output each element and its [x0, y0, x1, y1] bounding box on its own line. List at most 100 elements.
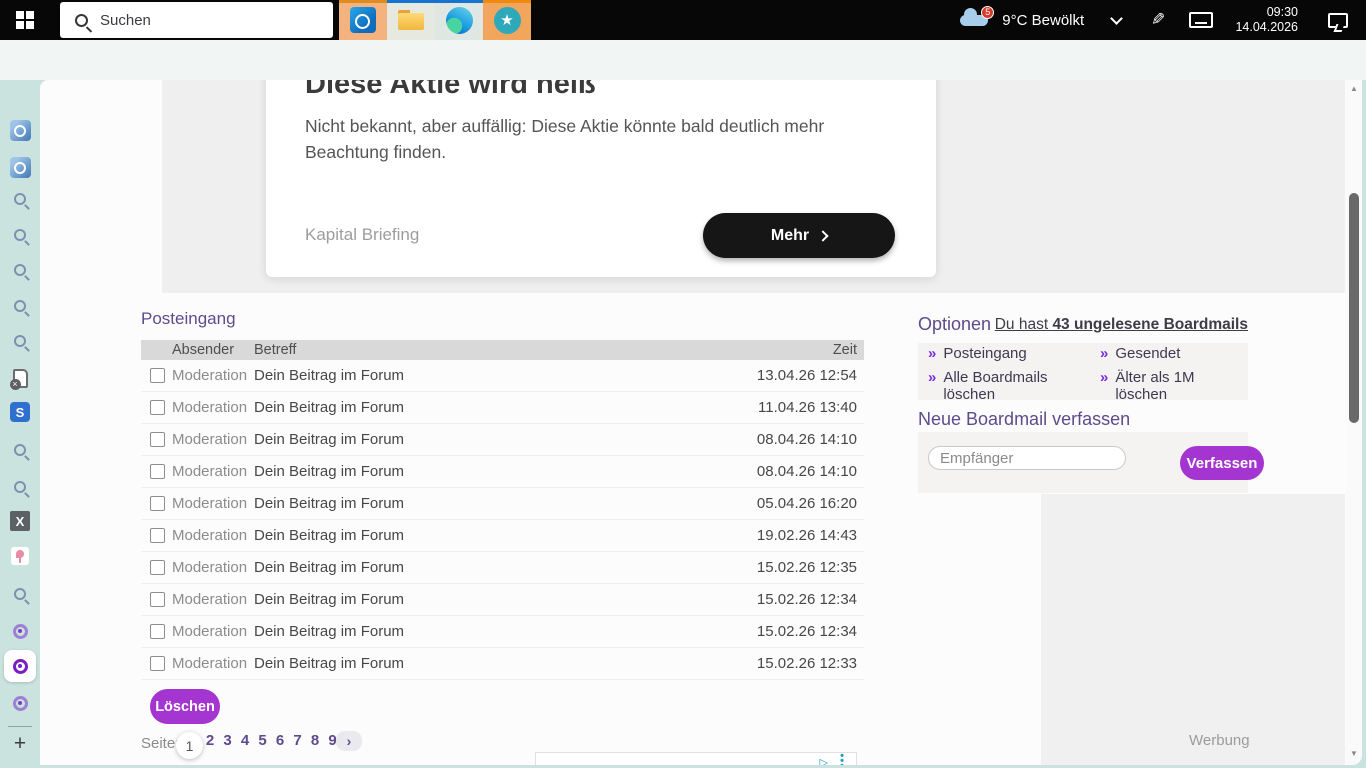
start-button-icon[interactable] — [16, 11, 34, 29]
tab-file-blocked[interactable] — [8, 366, 32, 390]
tray-chevron-icon[interactable] — [1110, 12, 1123, 25]
row-sender: Moderation — [172, 559, 254, 576]
page-scrollbar[interactable]: ▲ ▼ — [1346, 80, 1362, 765]
option-link[interactable]: » Älter als 1M löschen — [1100, 369, 1248, 403]
page-link[interactable]: 6 — [275, 732, 285, 749]
row-subject-link[interactable]: Dein Beitrag im Forum — [254, 655, 757, 672]
browser-toolbar: ← https://forum.onvista.de/forum/boardma… — [0, 40, 1366, 80]
delete-button[interactable]: Löschen — [150, 689, 220, 724]
row-subject-link[interactable]: Dein Beitrag im Forum — [254, 495, 757, 512]
tab-search-7[interactable] — [8, 475, 32, 499]
ad-menu-dots-icon[interactable]: ••• — [840, 754, 844, 765]
taskbar-app-edge[interactable] — [435, 0, 483, 40]
taskbar-app-star[interactable]: ★ — [483, 0, 531, 40]
tab-search-1[interactable] — [8, 187, 32, 211]
tab-onvista-1[interactable] — [8, 619, 32, 643]
option-link[interactable]: » Alle Boardmails löschen — [928, 369, 1100, 403]
tab-search-2[interactable] — [8, 223, 32, 247]
page-link[interactable]: 3 — [223, 732, 233, 749]
row-subject-link[interactable]: Dein Beitrag im Forum — [254, 527, 757, 544]
row-sender: Moderation — [172, 399, 254, 416]
row-subject-link[interactable]: Dein Beitrag im Forum — [254, 559, 757, 576]
tab-search-5[interactable] — [8, 329, 32, 353]
compose-button[interactable]: Verfassen — [1180, 446, 1264, 480]
row-checkbox[interactable] — [150, 496, 165, 511]
unread-boardmails-link[interactable]: Du hast 43 ungelesene Boardmails — [995, 316, 1248, 334]
table-row[interactable]: Moderation Dein Beitrag im Forum 11.04.2… — [141, 392, 864, 424]
taskbar-app-outlook[interactable] — [339, 0, 387, 40]
mehr-button[interactable]: Mehr — [703, 213, 895, 258]
page-link[interactable]: 2 — [205, 732, 215, 749]
weather-label[interactable]: 9°C Bewölkt — [1002, 12, 1084, 29]
scroll-up-icon[interactable]: ▲ — [1346, 84, 1362, 93]
tab-outlook-2[interactable] — [8, 155, 32, 179]
tab-search-6[interactable] — [8, 438, 32, 462]
table-row[interactable]: Moderation Dein Beitrag im Forum 13.04.2… — [141, 360, 864, 392]
scroll-down-icon[interactable]: ▼ — [1346, 749, 1362, 758]
notification-center-icon[interactable] — [1328, 13, 1348, 28]
tab-onvista-active[interactable] — [4, 650, 36, 682]
tab-outlook-1[interactable] — [8, 118, 32, 142]
row-checkbox[interactable] — [150, 432, 165, 447]
row-subject-link[interactable]: Dein Beitrag im Forum — [254, 367, 757, 384]
recipient-input[interactable] — [928, 446, 1126, 470]
row-checkbox[interactable] — [150, 400, 165, 415]
row-subject-link[interactable]: Dein Beitrag im Forum — [254, 399, 758, 416]
taskbar-app-file-explorer[interactable] — [387, 0, 435, 40]
row-subject-link[interactable]: Dein Beitrag im Forum — [254, 591, 757, 608]
page-link[interactable]: 7 — [293, 732, 303, 749]
row-subject-link[interactable]: Dein Beitrag im Forum — [254, 623, 757, 640]
tab-onvista-2[interactable] — [8, 691, 32, 715]
scrollbar-thumb[interactable] — [1349, 193, 1359, 423]
row-checkbox[interactable] — [150, 368, 165, 383]
adchoices-icon[interactable]: ▷ — [820, 756, 828, 765]
row-time: 19.02.26 14:43 — [757, 527, 857, 544]
outlook-icon — [10, 157, 31, 178]
row-time: 08.04.26 14:10 — [757, 463, 857, 480]
weather-cloud-icon[interactable]: 5 — [960, 15, 988, 26]
tab-flamingo[interactable] — [8, 544, 32, 568]
row-subject-link[interactable]: Dein Beitrag im Forum — [254, 463, 757, 480]
row-sender: Moderation — [172, 527, 254, 544]
pagination-label: Seite: — [141, 735, 179, 752]
page-link[interactable]: 5 — [258, 732, 268, 749]
ad-teaser-card: Diese Aktie wird heiß Nicht bekannt, abe… — [266, 80, 936, 277]
row-checkbox[interactable] — [150, 592, 165, 607]
touch-keyboard-icon[interactable] — [1189, 12, 1213, 28]
row-checkbox[interactable] — [150, 624, 165, 639]
table-row[interactable]: Moderation Dein Beitrag im Forum 05.04.2… — [141, 488, 864, 520]
pen-icon[interactable]: ✎ — [1151, 10, 1165, 30]
compose-box: Verfassen — [918, 432, 1248, 493]
row-checkbox[interactable] — [150, 560, 165, 575]
tab-search-4[interactable] — [8, 294, 32, 318]
row-checkbox[interactable] — [150, 656, 165, 671]
taskbar-search-input[interactable]: Suchen — [60, 2, 333, 38]
tab-s-app[interactable]: S — [8, 400, 32, 424]
tab-search-8[interactable] — [8, 582, 32, 606]
table-row[interactable]: Moderation Dein Beitrag im Forum 08.04.2… — [141, 456, 864, 488]
table-row[interactable]: Moderation Dein Beitrag im Forum 15.02.2… — [141, 648, 864, 680]
tab-x-twitter[interactable]: X — [8, 509, 32, 533]
pagination-next-button[interactable]: › — [336, 731, 362, 751]
row-checkbox[interactable] — [150, 464, 165, 479]
option-link[interactable]: » Gesendet — [1100, 345, 1248, 362]
option-link[interactable]: » Posteingang — [928, 345, 1100, 362]
outlook-icon — [350, 7, 376, 33]
page-link[interactable]: 4 — [240, 732, 250, 749]
inbox-table: Absender Betreff Zeit Moderation Dein Be… — [141, 340, 864, 680]
table-row[interactable]: Moderation Dein Beitrag im Forum 15.02.2… — [141, 552, 864, 584]
row-sender: Moderation — [172, 367, 254, 384]
row-subject-link[interactable]: Dein Beitrag im Forum — [254, 431, 757, 448]
table-row[interactable]: Moderation Dein Beitrag im Forum 08.04.2… — [141, 424, 864, 456]
tray-clock[interactable]: 09:30 14.04.2026 — [1235, 5, 1298, 35]
page-content: Diese Aktie wird heiß Nicht bekannt, abe… — [40, 80, 1362, 765]
search-icon — [14, 300, 26, 312]
tab-search-3[interactable] — [8, 258, 32, 282]
page-link[interactable]: 8 — [310, 732, 320, 749]
row-checkbox[interactable] — [150, 528, 165, 543]
table-row[interactable]: Moderation Dein Beitrag im Forum 15.02.2… — [141, 584, 864, 616]
table-row[interactable]: Moderation Dein Beitrag im Forum 15.02.2… — [141, 616, 864, 648]
new-tab-button[interactable]: + — [8, 732, 32, 756]
search-icon — [14, 481, 26, 493]
table-row[interactable]: Moderation Dein Beitrag im Forum 19.02.2… — [141, 520, 864, 552]
